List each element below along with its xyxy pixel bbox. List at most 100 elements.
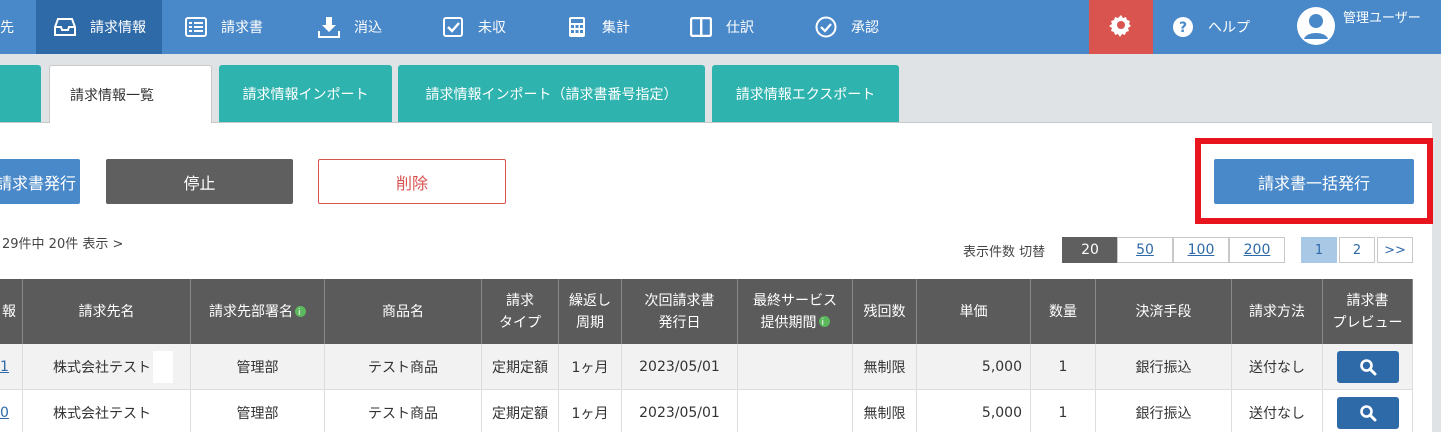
per-page-100[interactable]: 100 [1173, 237, 1229, 263]
download-icon [318, 16, 340, 38]
per-page-50[interactable]: 50 [1117, 237, 1173, 263]
table-cell: 銀行振込 [1096, 344, 1232, 390]
nav-item-reconcile[interactable]: 消込 [318, 0, 382, 54]
column-header-line: プレビュー [1332, 314, 1403, 331]
tab-billing-list[interactable]: 請求情報一覧 [49, 65, 212, 123]
nav-item-partial[interactable]: 先 [0, 0, 36, 54]
search-icon [1359, 358, 1376, 375]
info-icon[interactable] [295, 302, 306, 324]
table-cell [1323, 390, 1413, 432]
table-cell: 定期定額 [482, 344, 559, 390]
column-header[interactable]: 請求 タイプ [482, 279, 559, 344]
nav-item-unpaid[interactable]: 未収 [442, 0, 506, 54]
tab-billing-export[interactable]: 請求情報エクスポート [712, 65, 899, 122]
table-cell: 5,000 [917, 390, 1031, 432]
per-page-20[interactable]: 20 [1062, 237, 1118, 263]
checkbox-icon [442, 16, 464, 38]
column-header[interactable]: 請求方法 [1232, 279, 1323, 344]
table-cell: 2023/05/01 [622, 390, 738, 432]
table-cell: テスト商品 [325, 344, 482, 390]
column-header-line: 繰返し [569, 292, 611, 309]
table-cell-id-link[interactable]: 0 [0, 390, 23, 432]
issue-invoice-button[interactable]: 請求書発行 [0, 159, 80, 204]
nav-label: 請求書 [221, 20, 263, 36]
column-header[interactable]: 請求書 プレビュー [1323, 279, 1413, 344]
column-header[interactable]: 単価 [917, 279, 1031, 344]
table-cell: 株式会社テスト [23, 344, 191, 390]
info-icon[interactable] [818, 312, 830, 334]
column-header[interactable]: 繰返し 周期 [559, 279, 622, 344]
column-header[interactable]: 残回数 [853, 279, 917, 344]
column-header-line-text: 提供期間 [760, 314, 817, 331]
table-cell: 銀行振込 [1096, 390, 1232, 432]
calculator-icon [566, 16, 588, 38]
column-header[interactable]: 数量 [1031, 279, 1096, 344]
table-cell: 2023/05/01 [622, 344, 738, 390]
table-cell: 管理部 [191, 344, 325, 390]
table-cell-id-link[interactable]: 1 [0, 344, 23, 390]
per-page-200[interactable]: 200 [1229, 237, 1285, 263]
help-label: ヘルプ [1208, 20, 1250, 36]
column-header[interactable]: 次回請求書 発行日 [622, 279, 738, 344]
tab-billing-import-invoice-number[interactable]: 請求情報インポート（請求書番号指定） [398, 65, 705, 122]
table-cell: 1 [1031, 344, 1096, 390]
nav-label: 請求情報 [90, 20, 146, 36]
inbox-icon [54, 16, 76, 38]
nav-item-approval[interactable]: 承認 [815, 0, 879, 54]
redaction-box [153, 350, 173, 383]
content-panel: 請求書発行 停止 削除 請求書一括発行 29件中 20件 表示 > 表示件数 切… [0, 122, 1433, 432]
nav-item-billing-info[interactable]: 請求情報 [36, 0, 162, 54]
table-cell [738, 390, 853, 432]
column-header-line: 請求 [506, 292, 534, 309]
tab-label: 請求情報インポート（請求書番号指定） [425, 86, 678, 103]
table-cell [1323, 344, 1413, 390]
table-cell: 無制限 [853, 344, 917, 390]
page-last[interactable]: >> [1377, 237, 1413, 263]
nav-label: 集計 [602, 20, 630, 36]
page-2[interactable]: 2 [1339, 237, 1375, 263]
column-header[interactable]: 請求先部署名 [191, 279, 325, 344]
column-header[interactable]: 商品名 [325, 279, 482, 344]
user-label: 管理ユーザー [1343, 11, 1421, 26]
column-header[interactable]: 決済手段 [1096, 279, 1232, 344]
gear-icon [1109, 13, 1133, 41]
column-header-line: タイプ [499, 314, 541, 331]
stop-button[interactable]: 停止 [106, 159, 293, 204]
top-nav: 先 請求情報 請求書 消込 未収 集計 仕訳 承認 ? ヘルプ 管理ユーザー [0, 0, 1441, 54]
preview-button[interactable] [1336, 350, 1399, 383]
tab-billing-import[interactable]: 請求情報インポート [219, 65, 392, 122]
check-circle-icon [815, 16, 837, 38]
column-header-line: 請求書 [1346, 292, 1389, 309]
table-cell: 1 [1031, 390, 1096, 432]
page-1[interactable]: 1 [1301, 237, 1337, 263]
nav-item-journal[interactable]: 仕訳 [690, 0, 754, 54]
table-cell: 1ヶ月 [559, 390, 622, 432]
tab-label: 請求情報エクスポート [735, 86, 876, 103]
bulk-issue-button[interactable]: 請求書一括発行 [1214, 159, 1414, 204]
table-cell: 送付なし [1232, 344, 1323, 390]
search-icon [1359, 404, 1376, 421]
column-header[interactable]: 報 [0, 279, 23, 344]
user-menu[interactable]: 管理ユーザー [1297, 0, 1421, 54]
nav-label: 未収 [478, 20, 506, 36]
table-cell: 送付なし [1232, 390, 1323, 432]
preview-button[interactable] [1336, 396, 1399, 429]
settings-button[interactable] [1089, 0, 1153, 54]
nav-item-invoice[interactable]: 請求書 [185, 0, 263, 54]
tab-partial[interactable] [0, 65, 41, 122]
list-icon [185, 16, 207, 38]
column-header-line: 提供期間 [761, 312, 830, 334]
nav-item-summary[interactable]: 集計 [566, 0, 630, 54]
column-header-line: 最終サービス [753, 292, 837, 309]
help-button[interactable]: ? ヘルプ [1172, 0, 1250, 54]
column-header[interactable]: 最終サービス 提供期間 [738, 279, 853, 344]
column-header-label: 請求先部署名 [209, 303, 293, 320]
delete-button[interactable]: 削除 [318, 159, 506, 204]
columns-icon [690, 16, 712, 38]
table-cell: 管理部 [191, 390, 325, 432]
customer-name: 株式会社テスト [53, 359, 151, 376]
result-count[interactable]: 29件中 20件 表示 > [2, 233, 123, 252]
table-cell [738, 344, 853, 390]
table-cell: 株式会社テスト [23, 390, 191, 432]
column-header[interactable]: 請求先名 [23, 279, 191, 344]
